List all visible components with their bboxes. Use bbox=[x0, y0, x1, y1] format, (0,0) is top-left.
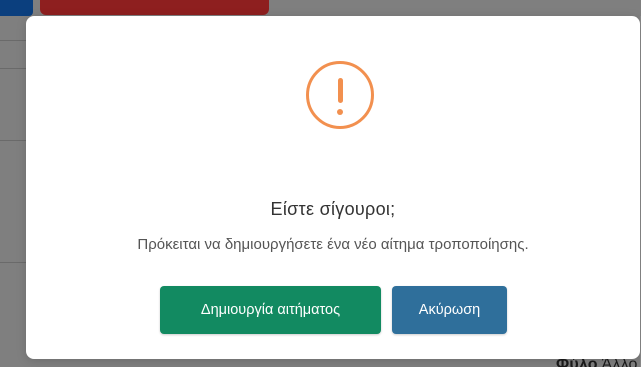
background-divider bbox=[0, 140, 26, 141]
exclamation-circle-icon bbox=[306, 61, 374, 129]
background-divider bbox=[0, 40, 26, 41]
cancel-button[interactable]: Ακύρωση bbox=[392, 286, 507, 334]
background-divider bbox=[0, 262, 26, 263]
dialog-title: Είστε σίγουροι; bbox=[270, 199, 396, 219]
exclamation-bar bbox=[337, 78, 343, 103]
background-nav-strip bbox=[0, 0, 33, 16]
background-divider bbox=[0, 68, 26, 69]
confirmation-dialog: Είστε σίγουροι; Πρόκειται να δημιουργήσε… bbox=[26, 16, 640, 359]
create-request-button[interactable]: Δημιουργία αιτήματος bbox=[160, 286, 381, 334]
background-red-button bbox=[40, 0, 269, 15]
exclamation-dot bbox=[337, 109, 343, 115]
dialog-message: Πρόκειται να δημιουργήσετε ένα νέο αίτημ… bbox=[137, 236, 529, 253]
